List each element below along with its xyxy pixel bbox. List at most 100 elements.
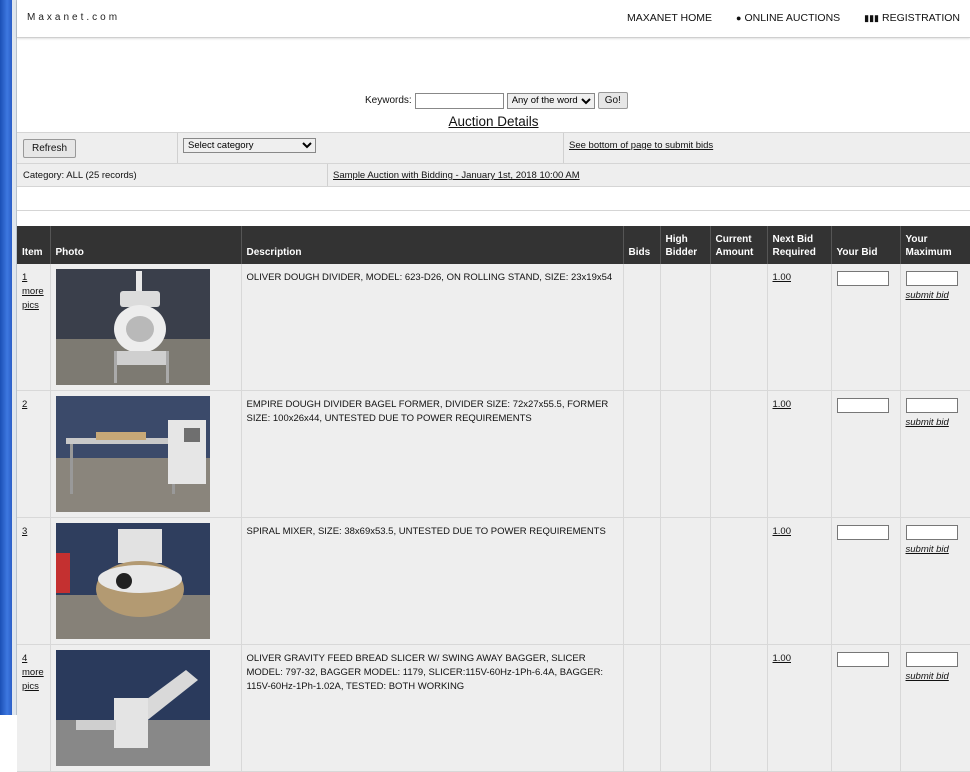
- keyword-search: Keywords: Any of the words Go!: [365, 92, 628, 109]
- item-number-link[interactable]: 3: [22, 526, 27, 537]
- next-bid-link[interactable]: 1.00: [773, 526, 792, 537]
- refresh-button[interactable]: Refresh: [23, 139, 77, 158]
- item-cell: 3: [17, 517, 51, 645]
- item-number-link[interactable]: 4: [22, 653, 27, 664]
- nav-links: MAXANET HOME ● ONLINE AUCTIONS ▮▮▮ REGISTR…: [627, 12, 960, 24]
- submit-bid-link[interactable]: submit bid: [906, 289, 965, 303]
- item-photo[interactable]: [55, 396, 210, 512]
- your-maximum-input[interactable]: [905, 398, 958, 413]
- more-pics-link[interactable]: more pics: [22, 286, 44, 311]
- col-your-bid: Your Bid: [831, 226, 901, 264]
- next-bid-cell: 1.00: [767, 644, 832, 772]
- current-amount-cell: [710, 517, 768, 645]
- nav-registration-link[interactable]: ▮▮▮ REGISTRATION: [864, 12, 960, 24]
- keywords-input[interactable]: [414, 92, 504, 109]
- description-cell: OLIVER DOUGH DIVIDER, MODEL: 623-D26, ON…: [241, 264, 624, 391]
- your-bid-cell: [831, 517, 901, 645]
- col-your-maximum: Your Maximum: [900, 226, 970, 264]
- nav-registration-label: REGISTRATION: [882, 12, 960, 24]
- top-navigation: Maxanet.com MAXANET HOME ● ONLINE AUCTION…: [17, 0, 970, 38]
- high-bidder-cell: [660, 517, 711, 645]
- your-maximum-input[interactable]: [905, 271, 958, 286]
- description-cell: EMPIRE DOUGH DIVIDER BAGEL FORMER, DIVID…: [241, 390, 624, 518]
- bagel-former-photo: [55, 396, 210, 512]
- high-bidder-cell: [660, 390, 711, 518]
- nav-online-auctions-label: ONLINE AUCTIONS: [744, 12, 841, 24]
- category-count: Category: ALL (25 records): [23, 170, 137, 181]
- page-title: Auction Details: [0, 114, 970, 129]
- toolbar-divider: [563, 133, 564, 163]
- bars-icon: ▮▮▮: [864, 13, 880, 23]
- photo-cell: [50, 390, 242, 518]
- table-header-row: Item Photo Description Bids High Bidder …: [17, 226, 970, 264]
- high-bidder-cell: [660, 644, 711, 772]
- item-number-link[interactable]: 1: [22, 272, 27, 283]
- item-cell: 4 more pics: [17, 644, 51, 772]
- description-cell: SPIRAL MIXER, SIZE: 38x69x53.5, UNTESTED…: [241, 517, 624, 645]
- item-photo[interactable]: [55, 650, 210, 766]
- current-amount-cell: [710, 390, 768, 518]
- bids-cell: [623, 644, 661, 772]
- bread-slicer-photo: [55, 650, 210, 766]
- keywords-label: Keywords:: [365, 95, 412, 106]
- next-bid-cell: 1.00: [767, 517, 832, 645]
- current-amount-cell: [710, 264, 768, 391]
- item-photo[interactable]: [55, 269, 210, 385]
- item-cell: 1 more pics: [17, 264, 51, 391]
- description-cell: OLIVER GRAVITY FEED BREAD SLICER W/ SWIN…: [241, 644, 624, 772]
- info-divider: [327, 164, 328, 186]
- bids-cell: [623, 264, 661, 391]
- current-amount-cell: [710, 644, 768, 772]
- col-item: Item: [17, 226, 51, 264]
- your-bid-input[interactable]: [836, 398, 889, 413]
- next-bid-link[interactable]: 1.00: [773, 399, 792, 410]
- your-bid-input[interactable]: [836, 525, 889, 540]
- your-bid-input[interactable]: [836, 652, 889, 667]
- spacer-bar: [17, 188, 970, 211]
- auction-table: Item Photo Description Bids High Bidder …: [17, 226, 970, 772]
- item-photo[interactable]: [55, 523, 210, 639]
- category-select[interactable]: Select category: [183, 138, 316, 153]
- col-high-bidder: High Bidder: [660, 226, 711, 264]
- toolbar: Refresh Select category See bottom of pa…: [17, 132, 970, 164]
- submit-bid-link[interactable]: submit bid: [906, 416, 965, 430]
- go-button[interactable]: Go!: [597, 92, 628, 109]
- spiral-mixer-photo: [55, 523, 210, 639]
- your-maximum-cell: submit bid: [900, 644, 970, 772]
- nav-home-link[interactable]: MAXANET HOME: [627, 12, 712, 24]
- high-bidder-cell: [660, 264, 711, 391]
- next-bid-cell: 1.00: [767, 390, 832, 518]
- col-description: Description: [241, 226, 624, 264]
- your-maximum-input[interactable]: [905, 652, 958, 667]
- col-next-bid: Next Bid Required: [767, 226, 832, 264]
- item-number-link[interactable]: 2: [22, 399, 27, 410]
- brand-logo-text[interactable]: Maxanet.com: [27, 12, 120, 23]
- match-mode-select[interactable]: Any of the words: [506, 92, 595, 109]
- table-row: 4 more pics OLIVER GRAVITY FEED BREAD SL…: [17, 644, 970, 772]
- next-bid-link[interactable]: 1.00: [773, 272, 792, 283]
- bids-cell: [623, 390, 661, 518]
- submit-bid-link[interactable]: submit bid: [906, 670, 965, 684]
- dough-divider-photo: [55, 269, 210, 385]
- your-maximum-cell: submit bid: [900, 517, 970, 645]
- table-row: 1 more pics OLIVER DOUGH DIVIDER, MODEL:…: [17, 264, 970, 391]
- col-bids: Bids: [623, 226, 661, 264]
- window-edge-strip: [0, 0, 12, 715]
- item-cell: 2: [17, 390, 51, 518]
- table-row: 2 EMPIRE DOUGH DIVIDER BAGEL FORMER, DIV…: [17, 390, 970, 518]
- toolbar-divider: [177, 133, 178, 163]
- next-bid-link[interactable]: 1.00: [773, 653, 792, 664]
- user-icon: ●: [736, 13, 742, 23]
- your-bid-cell: [831, 644, 901, 772]
- photo-cell: [50, 517, 242, 645]
- auction-link[interactable]: Sample Auction with Bidding - January 1s…: [333, 170, 580, 181]
- your-bid-input[interactable]: [836, 271, 889, 286]
- more-pics-link[interactable]: more pics: [22, 667, 44, 692]
- your-maximum-input[interactable]: [905, 525, 958, 540]
- nav-online-auctions-link[interactable]: ● ONLINE AUCTIONS: [736, 12, 840, 24]
- see-bottom-link[interactable]: See bottom of page to submit bids: [569, 140, 713, 151]
- submit-bid-link[interactable]: submit bid: [906, 543, 965, 557]
- info-bar: Category: ALL (25 records) Sample Auctio…: [17, 164, 970, 187]
- your-maximum-cell: submit bid: [900, 264, 970, 391]
- page-title-text[interactable]: Auction Details: [448, 114, 538, 129]
